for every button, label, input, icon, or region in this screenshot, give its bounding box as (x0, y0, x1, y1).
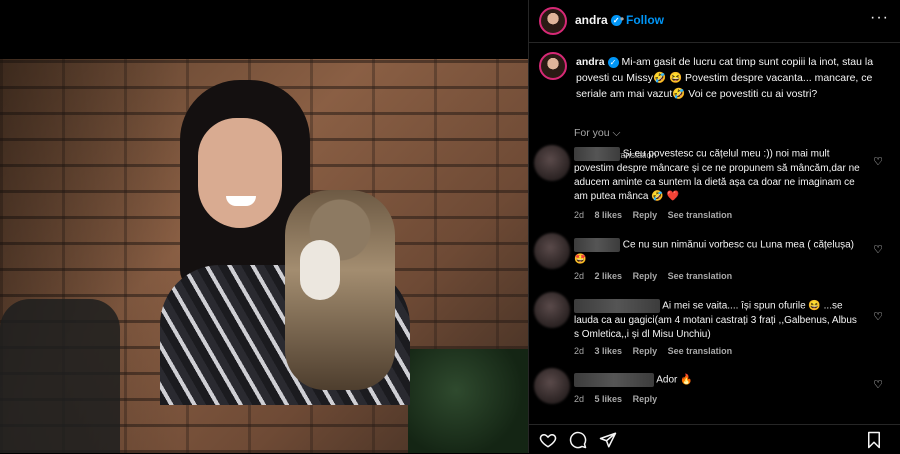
separator-dot: • (620, 12, 625, 26)
comment-reply-button[interactable]: Reply (633, 394, 658, 404)
author-avatar[interactable] (539, 7, 567, 35)
comment-likes[interactable]: 5 likes (595, 394, 623, 404)
comment-text: Ce nu sun nimănui vorbesc cu Luna mea ( … (574, 238, 864, 267)
comment-meta: 2d 8 likes Reply See translation (574, 210, 740, 220)
comment-time[interactable]: 2d (574, 210, 584, 220)
commenter-avatar[interactable] (534, 145, 570, 181)
comment-see-translation[interactable]: See translation (668, 210, 733, 220)
comment-like-heart-icon[interactable]: ♡ (873, 310, 883, 323)
post-side-panel: andra ✓ • Follow ··· andra ✓ Mi-am gasit d… (528, 0, 900, 453)
cat-chest-shape (300, 240, 340, 300)
chair-shape (0, 299, 120, 453)
caption-avatar[interactable] (539, 52, 567, 80)
post-action-bar (529, 424, 900, 454)
comment-meta: 2d 2 likes Reply See translation (574, 271, 740, 281)
comment-likes[interactable]: 3 likes (595, 346, 623, 356)
comment-meta: 2d 5 likes Reply (574, 394, 665, 404)
verified-icon: ✓ (607, 56, 619, 68)
heart-icon[interactable] (539, 431, 557, 449)
comment-reply-button[interactable]: Reply (633, 346, 658, 356)
cat-shape (285, 190, 395, 390)
comment-see-translation[interactable]: See translation (668, 346, 733, 356)
comment-text: Ador 🔥 (574, 373, 864, 388)
follow-button[interactable]: Follow (626, 13, 664, 27)
comment-text: Și eu povestesc cu cățelul meu :)) noi m… (574, 147, 864, 204)
bookmark-icon[interactable] (865, 431, 883, 449)
post-media (0, 0, 528, 453)
woman-face-shape (198, 118, 282, 228)
comment-likes[interactable]: 2 likes (595, 271, 623, 281)
comment-like-heart-icon[interactable]: ♡ (873, 378, 883, 391)
caption-text: andra ✓ Mi-am gasit de lucru cat timp sun… (576, 54, 886, 102)
comment-text: Ai mei se vaita.... își spun ofurile 😆 .… (574, 299, 864, 342)
comment-see-translation[interactable]: See translation (668, 271, 733, 281)
plant-shape (408, 349, 528, 453)
author-username-text[interactable]: andra (575, 13, 608, 27)
comment-meta: 2d 3 likes Reply See translation (574, 346, 740, 356)
comments-sort-dropdown[interactable]: For you ⌵ (574, 127, 620, 140)
comment-reply-button[interactable]: Reply (633, 210, 658, 220)
caption-body: Mi-am gasit de lucru cat timp sunt copii… (576, 56, 874, 100)
author-username[interactable]: andra ✓ (575, 13, 622, 27)
share-icon[interactable] (599, 431, 617, 449)
post-header: andra ✓ • Follow ··· (529, 0, 900, 43)
commenter-name-redacted[interactable] (574, 373, 654, 387)
comment-time[interactable]: 2d (574, 394, 584, 404)
comment-icon[interactable] (569, 431, 587, 449)
caption-username[interactable]: andra (576, 56, 605, 68)
comment-like-heart-icon[interactable]: ♡ (873, 243, 883, 256)
commenter-avatar[interactable] (534, 233, 570, 269)
comment-like-heart-icon[interactable]: ♡ (873, 155, 883, 168)
comment-likes[interactable]: 8 likes (595, 210, 623, 220)
post-photo[interactable] (0, 59, 528, 453)
commenter-name-redacted[interactable] (574, 238, 620, 252)
comment-time[interactable]: 2d (574, 271, 584, 281)
commenter-name-redacted[interactable] (574, 299, 660, 313)
comment-reply-button[interactable]: Reply (633, 271, 658, 281)
commenter-avatar[interactable] (534, 292, 570, 328)
more-icon[interactable]: ··· (870, 9, 889, 27)
commenter-name-redacted[interactable] (574, 147, 620, 161)
commenter-avatar[interactable] (534, 368, 570, 404)
comment-body: Ador 🔥 (656, 374, 693, 386)
comment-time[interactable]: 2d (574, 346, 584, 356)
